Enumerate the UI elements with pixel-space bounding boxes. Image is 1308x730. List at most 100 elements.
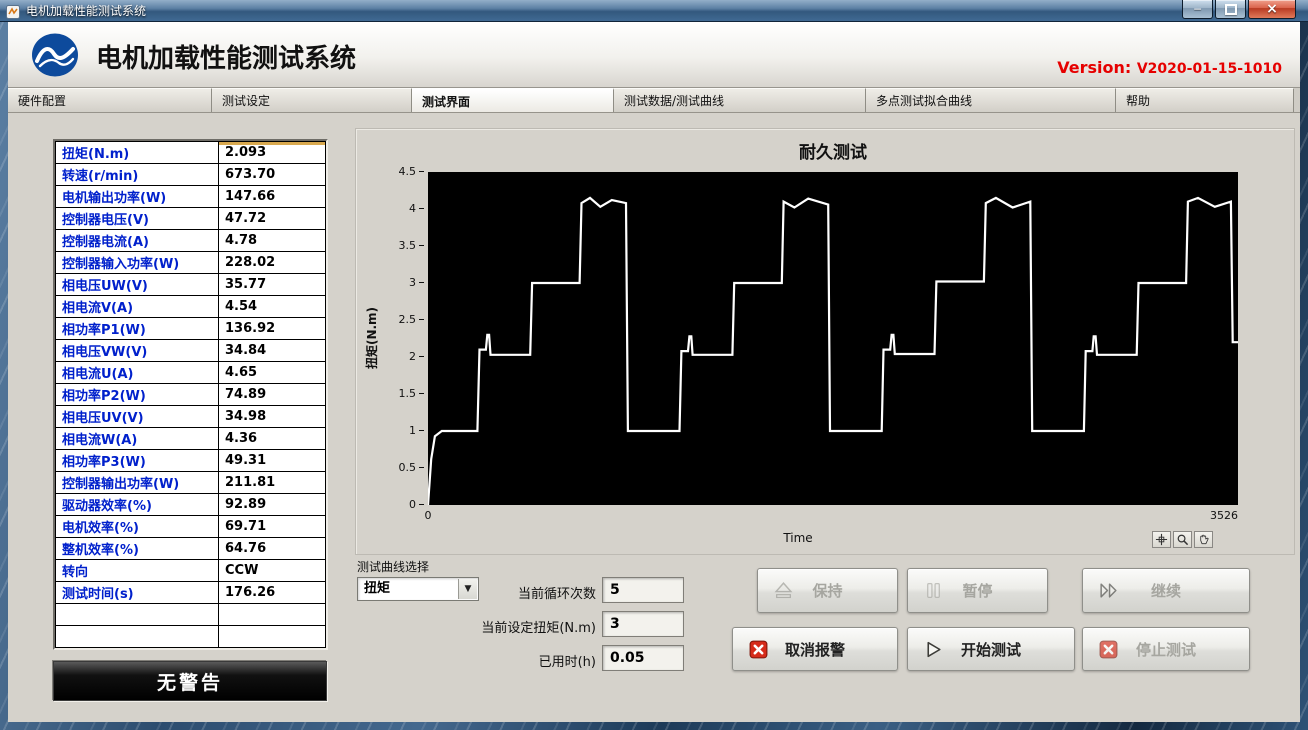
- y-tick-label: 3: [409, 276, 424, 289]
- warning-text: 无警告: [157, 668, 223, 695]
- continue-button[interactable]: 继续: [1082, 568, 1250, 613]
- x-axis-title: Time: [428, 531, 1168, 545]
- measurement-table-body: 扭矩(N.m)2.093转速(r/min)673.70电机输出功率(W)147.…: [56, 142, 326, 648]
- param-value: 34.84: [219, 340, 326, 362]
- x-tick-label: 0: [425, 509, 432, 522]
- window-titlebar[interactable]: 电机加载性能测试系统 ─ ×: [0, 0, 1308, 22]
- curve-select-label: 测试曲线选择: [357, 558, 429, 575]
- param-value: CCW: [219, 560, 326, 582]
- application-window: 电机加载性能测试系统 ─ × 电机加载性能测试系统 Version: V2020…: [0, 0, 1308, 730]
- tab-bar: 硬件配置测试设定测试界面测试数据/测试曲线多点测试拟合曲线帮助: [8, 88, 1300, 113]
- version-value: V2020-01-15-1010: [1137, 61, 1282, 77]
- cycle-count-value: 5: [602, 577, 684, 603]
- param-value: 4.78: [219, 230, 326, 252]
- tab-1[interactable]: 硬件配置: [8, 88, 212, 112]
- param-value: 74.89: [219, 384, 326, 406]
- stop-test-button[interactable]: 停止测试: [1082, 627, 1250, 671]
- table-row: 转向CCW: [56, 560, 326, 582]
- table-row: 控制器输出功率(W)211.81: [56, 472, 326, 494]
- param-label: 相电压UV(V): [56, 406, 219, 428]
- cancel-alarm-button[interactable]: 取消报警: [732, 627, 898, 671]
- y-tick-label: 1.5: [399, 387, 425, 400]
- page-title: 电机加载性能测试系统: [96, 38, 356, 75]
- table-row: 整机效率(%)64.76: [56, 538, 326, 560]
- table-row: 控制器输入功率(W)228.02: [56, 252, 326, 274]
- param-label: 转速(r/min): [56, 164, 219, 186]
- set-torque-value: 3: [602, 611, 684, 637]
- continue-button-label: 继续: [1083, 569, 1249, 612]
- param-value: 92.89: [219, 494, 326, 516]
- x-tick-label: 3526: [1210, 509, 1238, 522]
- chart-title: 耐久测试: [428, 138, 1238, 163]
- graph-plot-area[interactable]: [428, 172, 1238, 505]
- graph-zoom-icon[interactable]: [1173, 531, 1192, 548]
- tab-6[interactable]: 帮助: [1116, 88, 1294, 112]
- param-value: 228.02: [219, 252, 326, 274]
- param-value: 673.70: [219, 164, 326, 186]
- param-label: 整机效率(%): [56, 538, 219, 560]
- window-title: 电机加载性能测试系统: [26, 0, 146, 22]
- start-test-button[interactable]: 开始测试: [907, 627, 1075, 671]
- table-row: 电机输出功率(W)147.66: [56, 186, 326, 208]
- table-row: 电机效率(%)69.71: [56, 516, 326, 538]
- param-label: 相电流U(A): [56, 362, 219, 384]
- param-label: 控制器电压(V): [56, 208, 219, 230]
- measurement-table: 扭矩(N.m)2.093转速(r/min)673.70电机输出功率(W)147.…: [53, 139, 328, 650]
- param-label: 相电压UW(V): [56, 274, 219, 296]
- x-axis-labels: 0 3526: [428, 509, 1238, 523]
- table-row: 相电流U(A)4.65: [56, 362, 326, 384]
- param-label: 转向: [56, 560, 219, 582]
- tab-4[interactable]: 测试数据/测试曲线: [614, 88, 866, 112]
- start-test-button-label: 开始测试: [908, 628, 1074, 670]
- maximize-icon: [1225, 4, 1237, 15]
- elapsed-time-value: 0.05: [602, 645, 684, 671]
- param-label: [56, 604, 219, 626]
- app-icon: [6, 4, 20, 18]
- elapsed-time-text: 0.05: [610, 650, 645, 666]
- graph-palette: [1152, 531, 1213, 548]
- elapsed-time-label: 已用时(h): [436, 651, 596, 670]
- param-value: 4.54: [219, 296, 326, 318]
- close-button[interactable]: ×: [1248, 0, 1296, 19]
- torque-curve: [428, 198, 1238, 505]
- tab-3[interactable]: 测试界面: [412, 88, 614, 112]
- close-icon: ×: [1266, 2, 1278, 16]
- table-row: 测试时间(s)176.26: [56, 582, 326, 604]
- param-value: 2.093: [219, 142, 326, 164]
- param-label: 扭矩(N.m): [56, 142, 219, 164]
- y-axis-title: 扭矩(N.m): [363, 283, 379, 393]
- hold-button[interactable]: 保持: [757, 568, 898, 613]
- tab-2[interactable]: 测试设定: [212, 88, 412, 112]
- param-value: 35.77: [219, 274, 326, 296]
- minimize-button[interactable]: ─: [1182, 0, 1213, 19]
- maximize-button[interactable]: [1215, 0, 1246, 19]
- table-row: 相电压UV(V)34.98: [56, 406, 326, 428]
- table-row: 控制器电流(A)4.78: [56, 230, 326, 252]
- param-value: 147.66: [219, 186, 326, 208]
- app-header: 电机加载性能测试系统 Version: V2020-01-15-1010: [8, 22, 1300, 88]
- param-value: 176.26: [219, 582, 326, 604]
- graph-pan-icon[interactable]: [1194, 531, 1213, 548]
- y-axis-labels: 00.511.522.533.544.5: [378, 172, 426, 505]
- y-tick-label: 2: [409, 350, 424, 363]
- version-text: Version: V2020-01-15-1010: [1057, 58, 1282, 77]
- y-tick-label: 4.5: [399, 165, 425, 178]
- company-logo-icon: [30, 32, 80, 78]
- table-row: 相功率P3(W)49.31: [56, 450, 326, 472]
- table-row: [56, 604, 326, 626]
- param-value: 64.76: [219, 538, 326, 560]
- param-value: 34.98: [219, 406, 326, 428]
- graph-cursor-icon[interactable]: [1152, 531, 1171, 548]
- table-row: 相电压VW(V)34.84: [56, 340, 326, 362]
- table-row: 相功率P1(W)136.92: [56, 318, 326, 340]
- stop-test-button-label: 停止测试: [1083, 628, 1249, 670]
- tab-5[interactable]: 多点测试拟合曲线: [866, 88, 1116, 112]
- hold-button-label: 保持: [758, 569, 897, 612]
- param-label: 相功率P1(W): [56, 318, 219, 340]
- minimize-icon: ─: [1194, 3, 1201, 16]
- table-row: 扭矩(N.m)2.093: [56, 142, 326, 164]
- param-label: 驱动器效率(%): [56, 494, 219, 516]
- pause-button[interactable]: 暂停: [907, 568, 1048, 613]
- param-value: 47.72: [219, 208, 326, 230]
- param-label: 相功率P3(W): [56, 450, 219, 472]
